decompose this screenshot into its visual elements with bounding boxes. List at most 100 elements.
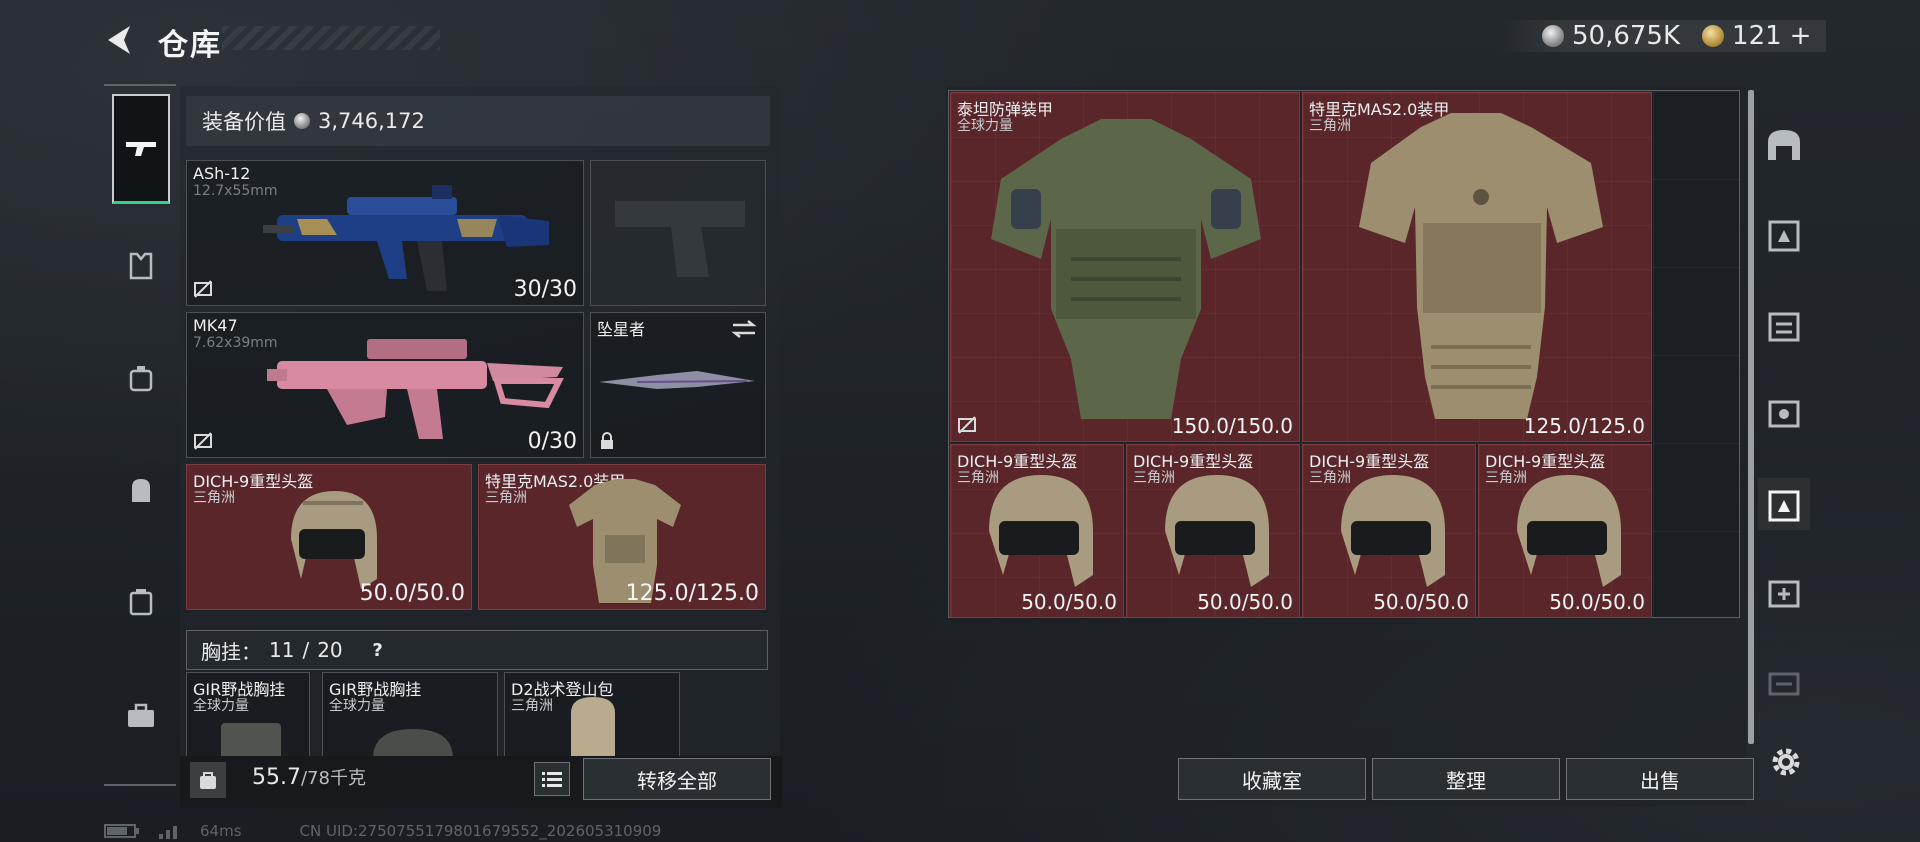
helmet-source: 三角洲 xyxy=(193,490,235,506)
not-insured-icon xyxy=(194,432,212,450)
sell-button[interactable]: 出售 xyxy=(1566,758,1754,800)
equipment-value: 3,746,172 xyxy=(318,109,425,133)
firearm-icon xyxy=(126,141,156,156)
toolbox-icon xyxy=(128,703,154,727)
list-icon xyxy=(542,772,562,787)
level-iii-rack-icon xyxy=(1768,672,1800,696)
gir-chest-rig-image xyxy=(373,729,453,757)
helmet-slot[interactable]: DICH-9重型头盔 三角洲 50.0/50.0 xyxy=(186,464,472,610)
dich-9-helmet-image xyxy=(1165,475,1269,587)
ash-12-rifle-image xyxy=(263,185,549,291)
storage-item-helmet-1[interactable]: DICH-9重型头盔 三角洲 50.0/50.0 xyxy=(950,444,1124,618)
storage-dome-icon xyxy=(1768,130,1800,160)
back-arrow-icon xyxy=(108,26,130,54)
melee-slot[interactable]: 坠星者 xyxy=(590,312,766,458)
collection-room-button[interactable]: 收藏室 xyxy=(1178,758,1366,800)
secondary-weapon-name: MK47 xyxy=(193,316,238,335)
item-durability: 150.0/150.0 xyxy=(1171,414,1293,438)
dich-9-helmet-image xyxy=(291,491,377,589)
rig-item-source: 全球力量 xyxy=(329,698,385,714)
storage-item-helmet-4[interactable]: DICH-9重型头盔 三角洲 50.0/50.0 xyxy=(1478,444,1652,618)
nav-chest-rig[interactable] xyxy=(112,348,170,408)
nav-level-iii-rack[interactable] xyxy=(1758,656,1810,708)
storage-item-helmet-3[interactable]: DICH-9重型头盔 三角洲 50.0/50.0 xyxy=(1302,444,1476,618)
rig-item-source: 三角洲 xyxy=(511,698,553,714)
item-durability: 125.0/125.0 xyxy=(1523,414,1645,438)
nav-level-iv-medical[interactable] xyxy=(1758,566,1810,618)
back-button[interactable] xyxy=(100,20,140,60)
rig-item-source: 全球力量 xyxy=(193,698,249,714)
storage-item-titan-armor[interactable]: 泰坦防弹装甲 全球力量 150.0/150.0 xyxy=(950,92,1300,442)
not-insured-icon xyxy=(194,280,212,298)
primary-weapon-name: ASh-12 xyxy=(193,164,251,183)
titan-armor-image xyxy=(991,119,1261,419)
nav-backpack[interactable] xyxy=(112,460,170,520)
nav-firearms[interactable] xyxy=(112,94,170,204)
chest-rig-icon xyxy=(129,366,153,392)
armor-source: 三角洲 xyxy=(485,490,527,506)
nav-level-iv-cabinet[interactable] xyxy=(1758,386,1810,438)
help-icon[interactable]: ? xyxy=(365,637,391,663)
backpack-icon xyxy=(132,479,150,502)
pistol-silhouette-icon xyxy=(615,201,745,277)
gold-coin-icon xyxy=(1702,25,1725,47)
equipment-value-label: 装备价值 xyxy=(202,110,286,134)
storage-item-helmet-2[interactable]: DICH-9重型头盔 三角洲 50.0/50.0 xyxy=(1126,444,1300,618)
secondary-weapon-caliber: 7.62x39mm xyxy=(193,335,278,351)
melee-name: 坠星者 xyxy=(597,320,646,339)
secondary-weapon-ammo: 0/30 xyxy=(527,429,577,454)
equipment-value-bar: 装备价值 3,746,172 xyxy=(186,96,770,146)
not-insured-icon xyxy=(958,416,976,434)
silver-coin-icon xyxy=(294,113,310,129)
swap-icon[interactable] xyxy=(731,319,757,339)
mk47-rifle-image xyxy=(267,339,564,439)
battery-icon xyxy=(104,824,139,838)
chest-rig-separator: / xyxy=(302,638,310,662)
storage-category-nav xyxy=(1758,92,1810,742)
list-view-button[interactable] xyxy=(534,762,570,796)
left-category-nav xyxy=(104,84,176,786)
sort-button[interactable]: 整理 xyxy=(1372,758,1560,800)
gir-chest-rig-image xyxy=(221,723,281,757)
d2-backpack-image xyxy=(571,697,615,757)
nav-level-iv-rack[interactable] xyxy=(1758,298,1810,350)
item-durability: 50.0/50.0 xyxy=(1021,590,1117,614)
secondary-weapon-slot[interactable]: MK47 7.62x39mm 0/30 xyxy=(186,312,584,458)
chest-rig-used: 11 xyxy=(269,638,295,662)
nav-armor-rack[interactable] xyxy=(1758,208,1810,260)
storage-scrollbar[interactable] xyxy=(1748,90,1754,744)
carry-weight-max: /78千克 xyxy=(300,768,366,789)
page-title: 仓库 xyxy=(158,28,222,63)
transfer-all-button[interactable]: 转移全部 xyxy=(583,758,771,800)
backpack-weight-icon xyxy=(190,762,226,798)
carry-weight: 55.7/78千克 xyxy=(252,764,366,790)
gold-add-button[interactable]: + xyxy=(1790,21,1812,51)
nav-armor[interactable] xyxy=(112,236,170,296)
rig-item-3[interactable]: D2战术登山包 三角洲 xyxy=(504,672,680,758)
ping-value: 64ms xyxy=(200,822,242,840)
chest-rig-label: 胸挂： xyxy=(201,639,261,664)
nav-armor-rack-active[interactable] xyxy=(1758,478,1810,530)
item-durability: 50.0/50.0 xyxy=(1197,590,1293,614)
meteor-blade-image xyxy=(599,371,755,389)
settings-gear-icon[interactable] xyxy=(1768,744,1804,780)
gold-balance: 121 xyxy=(1732,21,1782,51)
nav-safe-box[interactable] xyxy=(112,572,170,632)
nav-storage[interactable] xyxy=(1758,118,1810,170)
sidearm-slot[interactable] xyxy=(590,160,766,306)
primary-weapon-slot[interactable]: ASh-12 12.7x55mm 30/30 xyxy=(186,160,584,306)
rig-item-1[interactable]: GIR野战胸挂 全球力量 xyxy=(186,672,310,758)
item-durability: 50.0/50.0 xyxy=(1549,590,1645,614)
dich-9-helmet-image xyxy=(1517,475,1621,587)
helmet-durability: 50.0/50.0 xyxy=(359,581,465,606)
armor-rack-active-icon xyxy=(1768,490,1800,522)
primary-weapon-ammo: 30/30 xyxy=(513,277,577,302)
item-durability: 50.0/50.0 xyxy=(1373,590,1469,614)
armor-icon xyxy=(129,252,153,280)
armor-slot[interactable]: 特里克MAS2.0装甲 三角洲 125.0/125.0 xyxy=(478,464,766,610)
nav-toolbox[interactable] xyxy=(112,686,170,746)
currency-bar: 50,675K 121 + xyxy=(1498,20,1826,52)
storage-item-trick-armor[interactable]: 特里克MAS2.0装甲 三角洲 125.0/125.0 xyxy=(1302,92,1652,442)
rig-item-2[interactable]: GIR野战胸挂 全球力量 xyxy=(322,672,498,758)
carry-weight-current: 55.7 xyxy=(252,765,301,790)
